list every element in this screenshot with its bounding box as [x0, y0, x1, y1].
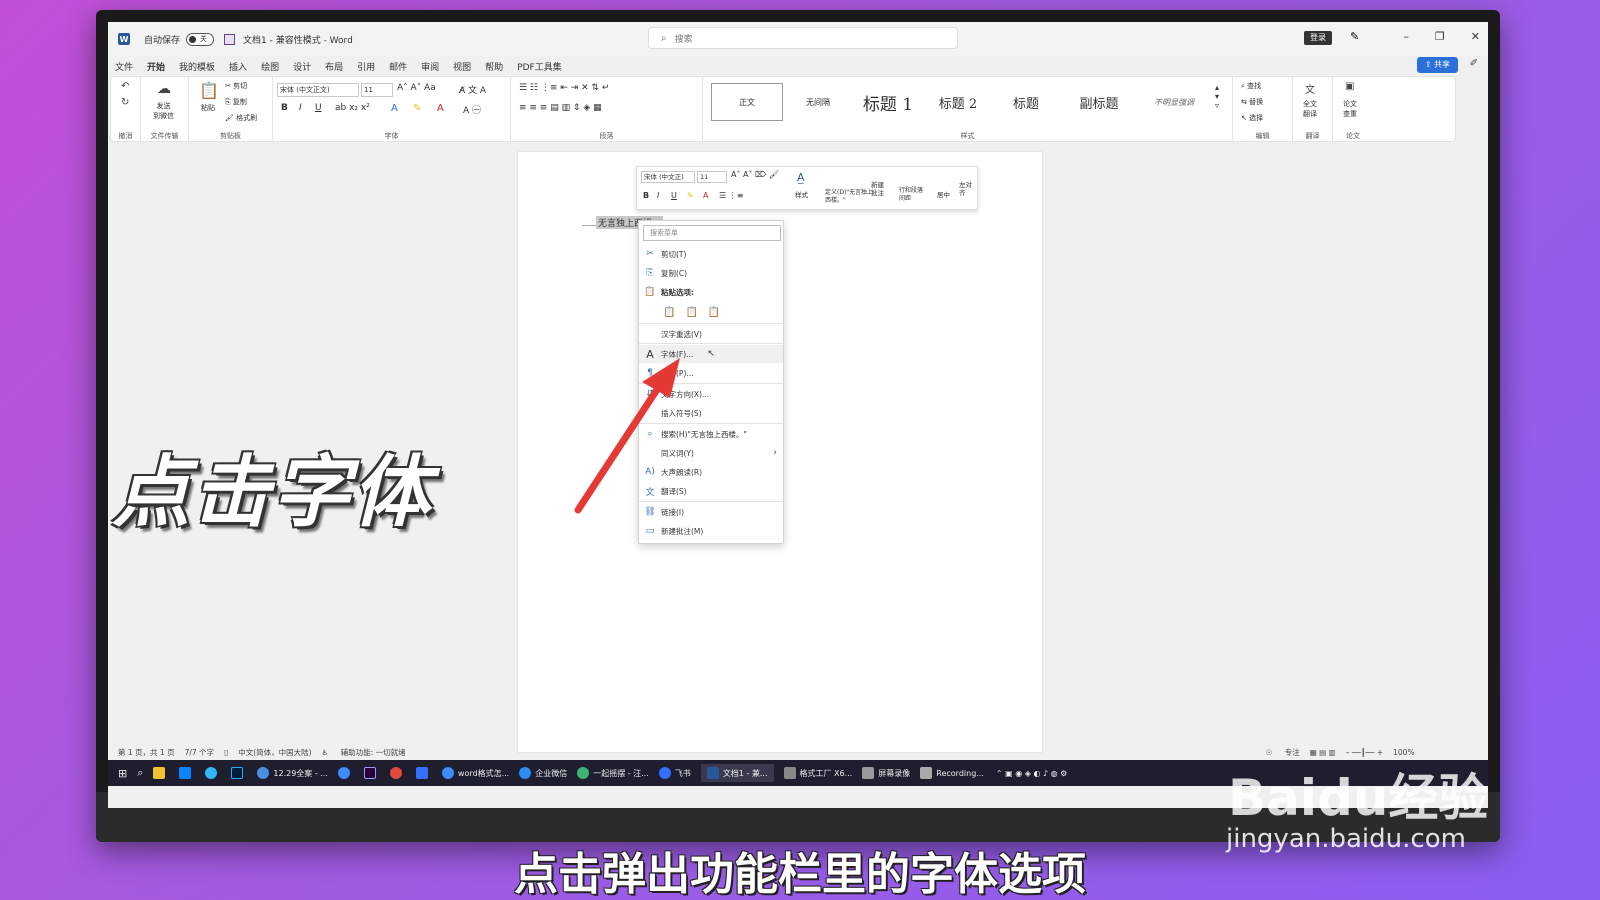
video-subtitle: 点击弹出功能栏里的字体选项 — [514, 849, 1086, 900]
overlay-caption: 点击字体 — [112, 448, 433, 538]
watermark-brand: Baidu经验 — [1228, 769, 1489, 827]
